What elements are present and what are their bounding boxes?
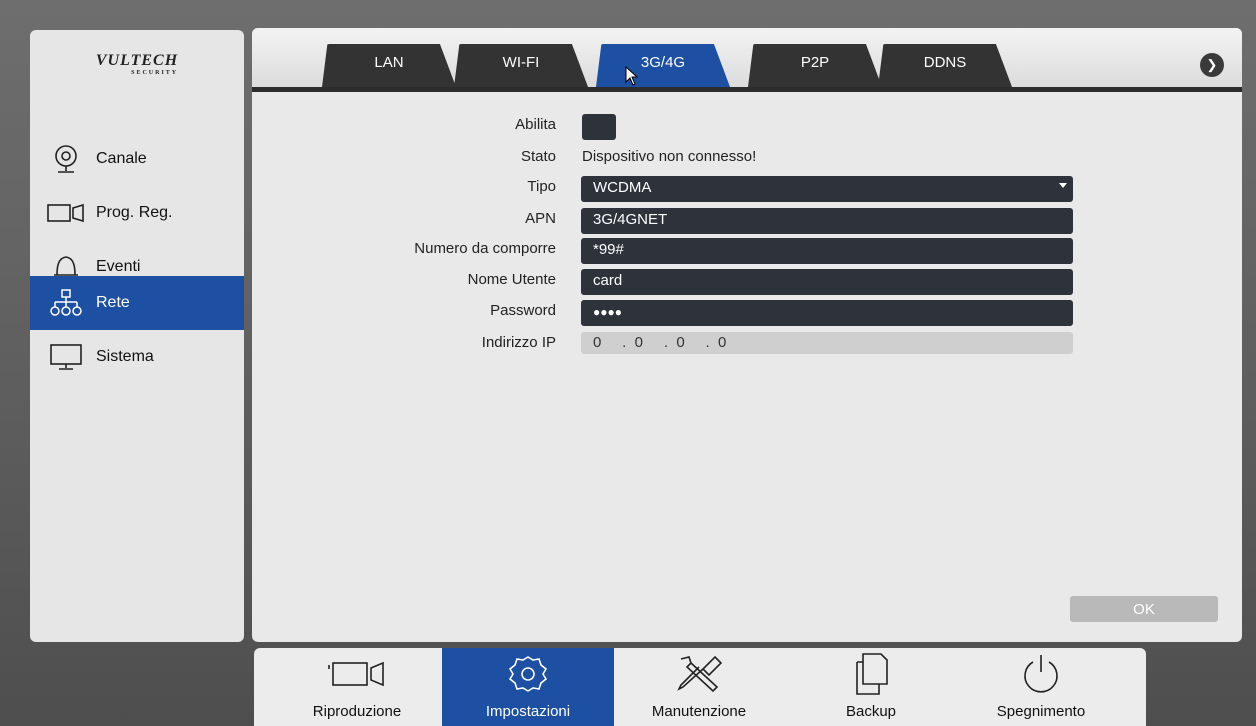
bottom-item-spegnimento[interactable]: Spegnimento bbox=[956, 648, 1126, 726]
chevron-right-icon: ❯ bbox=[1206, 57, 1218, 72]
bottom-item-riproduzione[interactable]: Riproduzione bbox=[272, 648, 442, 726]
sidebar-item-label: Eventi bbox=[96, 258, 141, 275]
record-schedule-icon bbox=[46, 197, 86, 229]
tab-bar: LAN WI-FI 3G/4G P2P DDNS ❯ bbox=[252, 28, 1242, 92]
sidebar: VULTECH SECURITY Canale Prog. Reg. Eventi… bbox=[30, 30, 244, 642]
sidebar-item-label: Canale bbox=[96, 150, 147, 167]
bottom-item-label: Manutenzione bbox=[651, 703, 747, 720]
ip-row: Indirizzo IP 0 . 0 . 0 . 0 bbox=[252, 332, 1242, 356]
mouse-cursor-icon bbox=[625, 66, 639, 86]
network-icon bbox=[46, 287, 86, 319]
type-select[interactable]: WCDMA bbox=[581, 176, 1073, 202]
chevron-down-icon bbox=[1059, 183, 1067, 188]
copy-icon bbox=[849, 651, 893, 697]
ip-label: Indirizzo IP bbox=[481, 334, 556, 351]
tab-p2p[interactable]: P2P bbox=[748, 44, 882, 87]
settings-panel: LAN WI-FI 3G/4G P2P DDNS ❯ Abilita Stato… bbox=[252, 28, 1242, 642]
enable-checkbox[interactable] bbox=[582, 114, 616, 140]
status-row: Stato Dispositivo non connesso! bbox=[252, 146, 1242, 170]
tab-ddns[interactable]: DDNS bbox=[878, 44, 1012, 87]
dial-number-label: Numero da comporre bbox=[414, 240, 556, 257]
enable-label: Abilita bbox=[515, 116, 556, 133]
password-row: Password ●●●● bbox=[252, 300, 1242, 326]
bottom-toolbar: Riproduzione Impostazioni Manutenzione B… bbox=[254, 648, 1146, 726]
username-input[interactable]: card bbox=[581, 269, 1073, 295]
username-row: Nome Utente card bbox=[252, 269, 1242, 295]
sidebar-item-canale[interactable]: Canale bbox=[30, 132, 244, 186]
video-camera-icon bbox=[325, 651, 389, 697]
status-label: Stato bbox=[520, 148, 556, 165]
type-label: Tipo bbox=[527, 178, 556, 195]
next-tabs-button[interactable]: ❯ bbox=[1200, 53, 1224, 77]
tools-icon bbox=[669, 651, 729, 697]
username-label: Nome Utente bbox=[467, 271, 556, 288]
bottom-item-impostazioni[interactable]: Impostazioni bbox=[442, 648, 614, 726]
status-value: Dispositivo non connesso! bbox=[582, 148, 757, 165]
enable-row: Abilita bbox=[252, 114, 1242, 140]
apn-row: APN 3G/4GNET bbox=[252, 208, 1242, 234]
ok-button[interactable]: OK bbox=[1070, 596, 1218, 622]
dial-number-row: Numero da comporre *99# bbox=[252, 238, 1242, 264]
power-icon bbox=[1019, 651, 1063, 697]
tab-lan[interactable]: LAN bbox=[322, 44, 456, 87]
tab-3g4g[interactable]: 3G/4G bbox=[596, 44, 730, 87]
password-label: Password bbox=[490, 302, 556, 319]
password-input[interactable]: ●●●● bbox=[581, 300, 1073, 326]
bottom-item-label: Impostazioni bbox=[485, 703, 571, 720]
type-value: WCDMA bbox=[593, 179, 652, 196]
sidebar-item-label: Rete bbox=[96, 294, 130, 311]
ip-address-field: 0 . 0 . 0 . 0 bbox=[581, 332, 1073, 354]
sidebar-item-label: Sistema bbox=[96, 348, 154, 365]
tab-wifi[interactable]: WI-FI bbox=[454, 44, 588, 87]
sidebar-item-rete[interactable]: Rete bbox=[30, 276, 244, 330]
sidebar-item-sistema[interactable]: Sistema bbox=[30, 330, 244, 384]
camera-icon bbox=[46, 143, 86, 175]
bottom-item-label: Spegnimento bbox=[996, 703, 1086, 720]
sidebar-item-prog-reg[interactable]: Prog. Reg. bbox=[30, 186, 244, 240]
dial-number-input[interactable]: *99# bbox=[581, 238, 1073, 264]
bottom-item-label: Backup bbox=[845, 703, 897, 720]
settings-gear-icon bbox=[506, 651, 550, 697]
type-row: Tipo WCDMA bbox=[252, 176, 1242, 202]
brand-logo: VULTECH SECURITY bbox=[95, 52, 179, 76]
bottom-item-manutenzione[interactable]: Manutenzione bbox=[614, 648, 784, 726]
apn-label: APN bbox=[525, 210, 556, 227]
apn-input[interactable]: 3G/4GNET bbox=[581, 208, 1073, 234]
monitor-icon bbox=[46, 341, 86, 373]
bottom-item-label: Riproduzione bbox=[312, 703, 402, 720]
sidebar-item-label: Prog. Reg. bbox=[96, 204, 173, 221]
bottom-item-backup[interactable]: Backup bbox=[786, 648, 956, 726]
